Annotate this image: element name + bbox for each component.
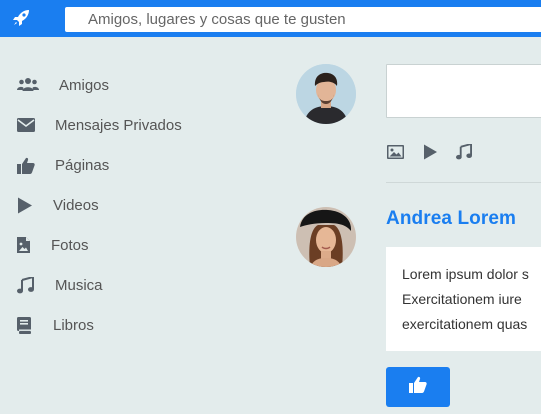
sidebar-item-libros[interactable]: Libros xyxy=(0,305,260,345)
post-text-line: Lorem ipsum dolor s xyxy=(402,266,529,282)
envelope-icon xyxy=(17,115,39,135)
like-button[interactable] xyxy=(386,367,450,407)
search-input[interactable]: Amigos, lugares y cosas que te gusten xyxy=(65,7,541,32)
post-text-line: Exercitationem iure xyxy=(402,291,522,307)
avatar[interactable] xyxy=(296,207,356,267)
thumbs-up-icon xyxy=(409,376,427,398)
rocket-icon[interactable] xyxy=(7,4,35,32)
search-placeholder: Amigos, lugares y cosas que te gusten xyxy=(88,11,346,28)
file-image-icon xyxy=(17,235,39,255)
sidebar-item-label: Musica xyxy=(55,276,103,294)
book-icon xyxy=(17,315,39,335)
thumbs-up-icon xyxy=(17,155,39,175)
sidebar-item-label: Páginas xyxy=(55,156,110,174)
post-text-line: exercitationem quas xyxy=(402,316,528,332)
play-icon[interactable] xyxy=(420,142,440,162)
post-author-link[interactable]: Andrea Lorem xyxy=(386,208,516,230)
post-card: Lorem ipsum dolor s Exercitationem iure … xyxy=(386,247,541,351)
sidebar-item-musica[interactable]: Musica xyxy=(0,265,260,305)
divider xyxy=(386,182,541,183)
play-icon xyxy=(17,195,39,215)
music-icon xyxy=(17,275,39,295)
post-composer-input[interactable] xyxy=(386,64,541,118)
sidebar-item-paginas[interactable]: Páginas xyxy=(0,145,260,185)
sidebar-item-fotos[interactable]: Fotos xyxy=(0,225,260,265)
sidebar-item-label: Libros xyxy=(53,316,94,334)
sidebar-item-label: Videos xyxy=(53,196,99,214)
music-icon[interactable] xyxy=(454,142,474,162)
avatar[interactable] xyxy=(296,64,356,124)
sidebar-item-mensajes-privados[interactable]: Mensajes Privados xyxy=(0,105,260,145)
sidebar-item-label: Amigos xyxy=(59,76,110,94)
sidebar-item-videos[interactable]: Videos xyxy=(0,185,260,225)
sidebar-item-label: Mensajes Privados xyxy=(55,116,182,134)
users-icon xyxy=(17,75,39,95)
top-bar: Amigos, lugares y cosas que te gusten xyxy=(0,0,541,37)
sidebar-item-label: Fotos xyxy=(51,236,89,254)
sidebar-item-amigos[interactable]: Amigos xyxy=(0,65,260,105)
image-icon[interactable] xyxy=(385,142,405,162)
